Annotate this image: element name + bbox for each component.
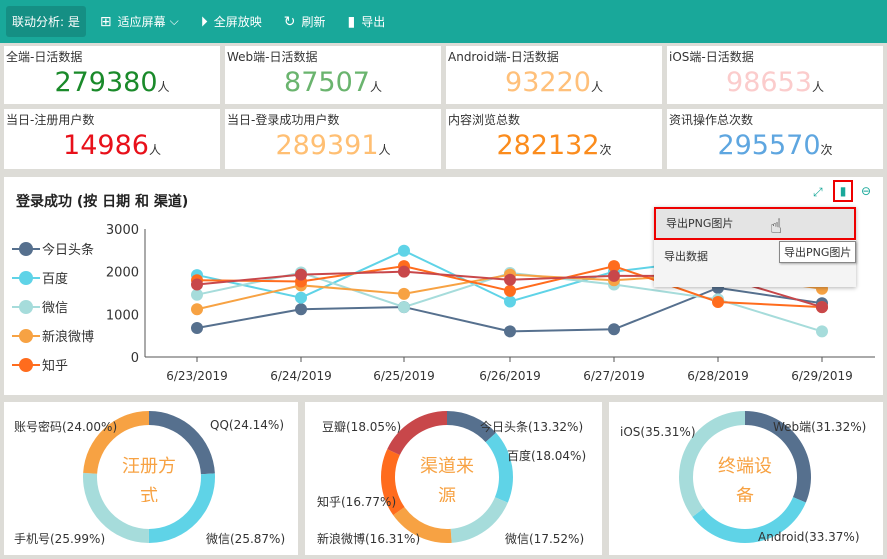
slice-label: QQ(24.14%)	[210, 418, 285, 432]
slice-label: 手机号(25.99%)	[14, 532, 106, 546]
donut-center-title: 渠道来源	[420, 456, 474, 502]
slice-label: 今日头条(13.32%)	[480, 420, 584, 434]
slice-label: 微信(17.52%)	[505, 532, 585, 546]
donut-center-title: 终端设备	[718, 456, 772, 502]
slice-label: 百度(18.04%)	[507, 449, 587, 463]
slice-label: 知乎(16.77%)	[317, 495, 397, 509]
slice-label: 新浪微博(16.31%)	[317, 532, 421, 546]
donut-slice[interactable]	[450, 497, 508, 543]
donut-center-title: 汪册方式	[122, 456, 176, 502]
donut-slice[interactable]	[485, 432, 513, 503]
slice-label: 微信(25.87%)	[206, 532, 286, 546]
slice-label: iOS(35.31%)	[620, 425, 696, 439]
slice-label: Web端(31.32%)	[773, 420, 867, 434]
slice-label: 豆瓣(18.05%)	[322, 420, 402, 434]
slice-label: 账号密码(24.00%)	[14, 420, 118, 434]
slice-label: Android(33.37%)	[758, 530, 860, 544]
